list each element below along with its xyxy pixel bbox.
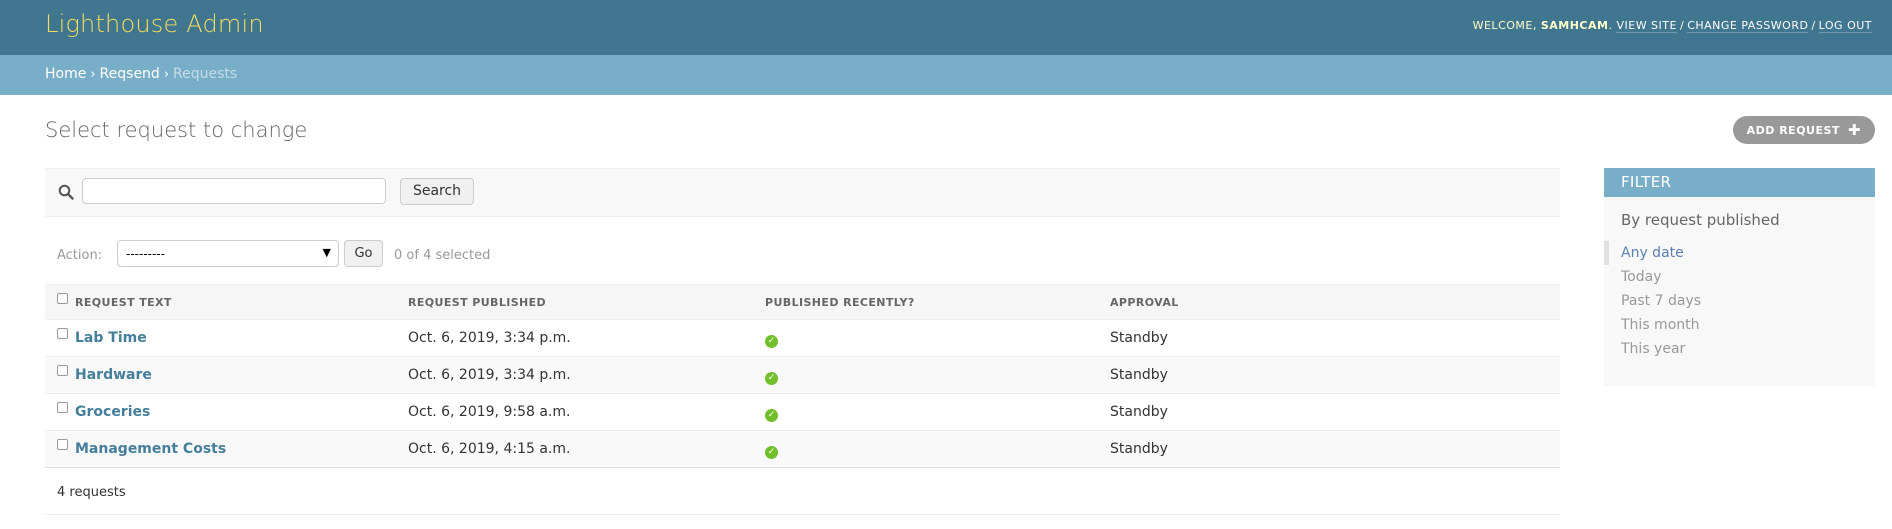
request-link[interactable]: Lab Time [75,330,147,346]
filter-title: Filter [1604,168,1875,197]
selected-count: 0 of 4 selected [394,248,491,263]
published-recently-cell: ✓ [765,319,1110,357]
row-checkbox[interactable] [57,439,68,450]
chevron-down-icon: ▼ [322,246,331,259]
approval-cell: Standby [1110,356,1560,394]
paginator: 4 requests [45,470,1560,515]
log-out-link[interactable]: Log out [1818,19,1872,33]
user-tools: Welcome, samhcam. View site / Change passw… [1472,19,1872,33]
username: samhcam [1540,19,1609,32]
search-toolbar: Search [45,168,1560,217]
request-link[interactable]: Management Costs [75,441,226,457]
search-input[interactable] [82,178,386,204]
row-select-cell [45,319,75,357]
column-header-request-text[interactable]: Request text [75,284,408,320]
request-published-cell: Oct. 6, 2019, 4:15 a.m. [408,430,765,468]
request-text-cell: Groceries [75,393,408,431]
published-recently-cell: ✓ [765,393,1110,431]
page-title: Select request to change [45,118,308,142]
filter-link[interactable]: This month [1621,317,1700,333]
plus-icon: ✚ [1847,121,1861,139]
column-header-request-published[interactable]: Request published [408,284,765,320]
column-header-approval[interactable]: Approval [1110,284,1560,320]
table-row: Management Costs Oct. 6, 2019, 4:15 a.m.… [45,430,1560,468]
approval-cell: Standby [1110,430,1560,468]
request-text-cell: Management Costs [75,430,408,468]
request-published-cell: Oct. 6, 2019, 3:34 p.m. [408,319,765,357]
change-password-link[interactable]: Change password [1687,19,1809,33]
actions-bar: Action: --------- ▼ Go 0 of 4 selected [45,238,1560,274]
filter-heading: By request published [1621,211,1780,229]
view-site-link[interactable]: View site [1616,19,1677,33]
action-label: Action: [57,248,103,263]
result-count: 4 requests [57,485,126,500]
select-all-checkbox[interactable] [57,293,68,304]
request-text-cell: Hardware [75,356,408,394]
row-checkbox[interactable] [57,402,68,413]
table-row: Groceries Oct. 6, 2019, 9:58 a.m. ✓ Stan… [45,393,1560,431]
breadcrumb: Home › Reqsend › Requests [0,55,1892,95]
breadcrumb-home[interactable]: Home [45,66,86,82]
select-all-header [45,284,75,320]
published-recently-cell: ✓ [765,356,1110,394]
search-icon [58,184,74,200]
filter-option-any-date: Any date [1604,241,1875,265]
filter-option-past-7-days: Past 7 days [1604,289,1875,313]
action-select-value: --------- [126,247,165,261]
row-checkbox[interactable] [57,328,68,339]
column-header-published-recently[interactable]: Published recently? [765,284,1110,320]
request-published-cell: Oct. 6, 2019, 9:58 a.m. [408,393,765,431]
filter-link[interactable]: This year [1621,341,1685,357]
request-link[interactable]: Groceries [75,404,150,420]
published-recently-cell: ✓ [765,430,1110,468]
table-row: Lab Time Oct. 6, 2019, 3:34 p.m. ✓ Stand… [45,319,1560,357]
action-select[interactable]: --------- ▼ [117,240,339,267]
breadcrumb-app[interactable]: Reqsend [100,66,160,82]
approval-cell: Standby [1110,319,1560,357]
breadcrumb-current: Requests [173,66,238,82]
results-table: Request text Request published Published… [45,284,1560,468]
search-button[interactable]: Search [400,178,474,205]
add-request-label: Add request [1746,123,1840,137]
welcome-text: Welcome, [1472,19,1537,32]
row-checkbox[interactable] [57,365,68,376]
row-select-cell [45,356,75,394]
check-circle-icon: ✓ [765,445,778,459]
add-request-button[interactable]: Add request ✚ [1732,116,1875,144]
site-branding-link[interactable]: Lighthouse Admin [45,10,264,38]
filter-options: Any date Today Past 7 days This month Th… [1604,241,1875,361]
go-button[interactable]: Go [344,240,383,267]
filter-link[interactable]: Today [1621,269,1662,285]
row-select-cell [45,393,75,431]
table-header-row: Request text Request published Published… [45,284,1560,320]
filter-panel: Filter By request published Any date Tod… [1604,168,1875,386]
approval-cell: Standby [1110,393,1560,431]
check-circle-icon: ✓ [765,334,778,348]
table-row: Hardware Oct. 6, 2019, 3:34 p.m. ✓ Stand… [45,356,1560,394]
row-select-cell [45,430,75,468]
filter-link[interactable]: Any date [1621,245,1684,261]
check-circle-icon: ✓ [765,408,778,422]
request-text-cell: Lab Time [75,319,408,357]
filter-option-this-month: This month [1604,313,1875,337]
filter-option-today: Today [1604,265,1875,289]
filter-option-this-year: This year [1604,337,1875,361]
request-published-cell: Oct. 6, 2019, 3:34 p.m. [408,356,765,394]
check-circle-icon: ✓ [765,371,778,385]
header: Lighthouse Admin Welcome, samhcam. View … [0,0,1892,55]
request-link[interactable]: Hardware [75,367,152,383]
filter-link[interactable]: Past 7 days [1621,293,1701,309]
